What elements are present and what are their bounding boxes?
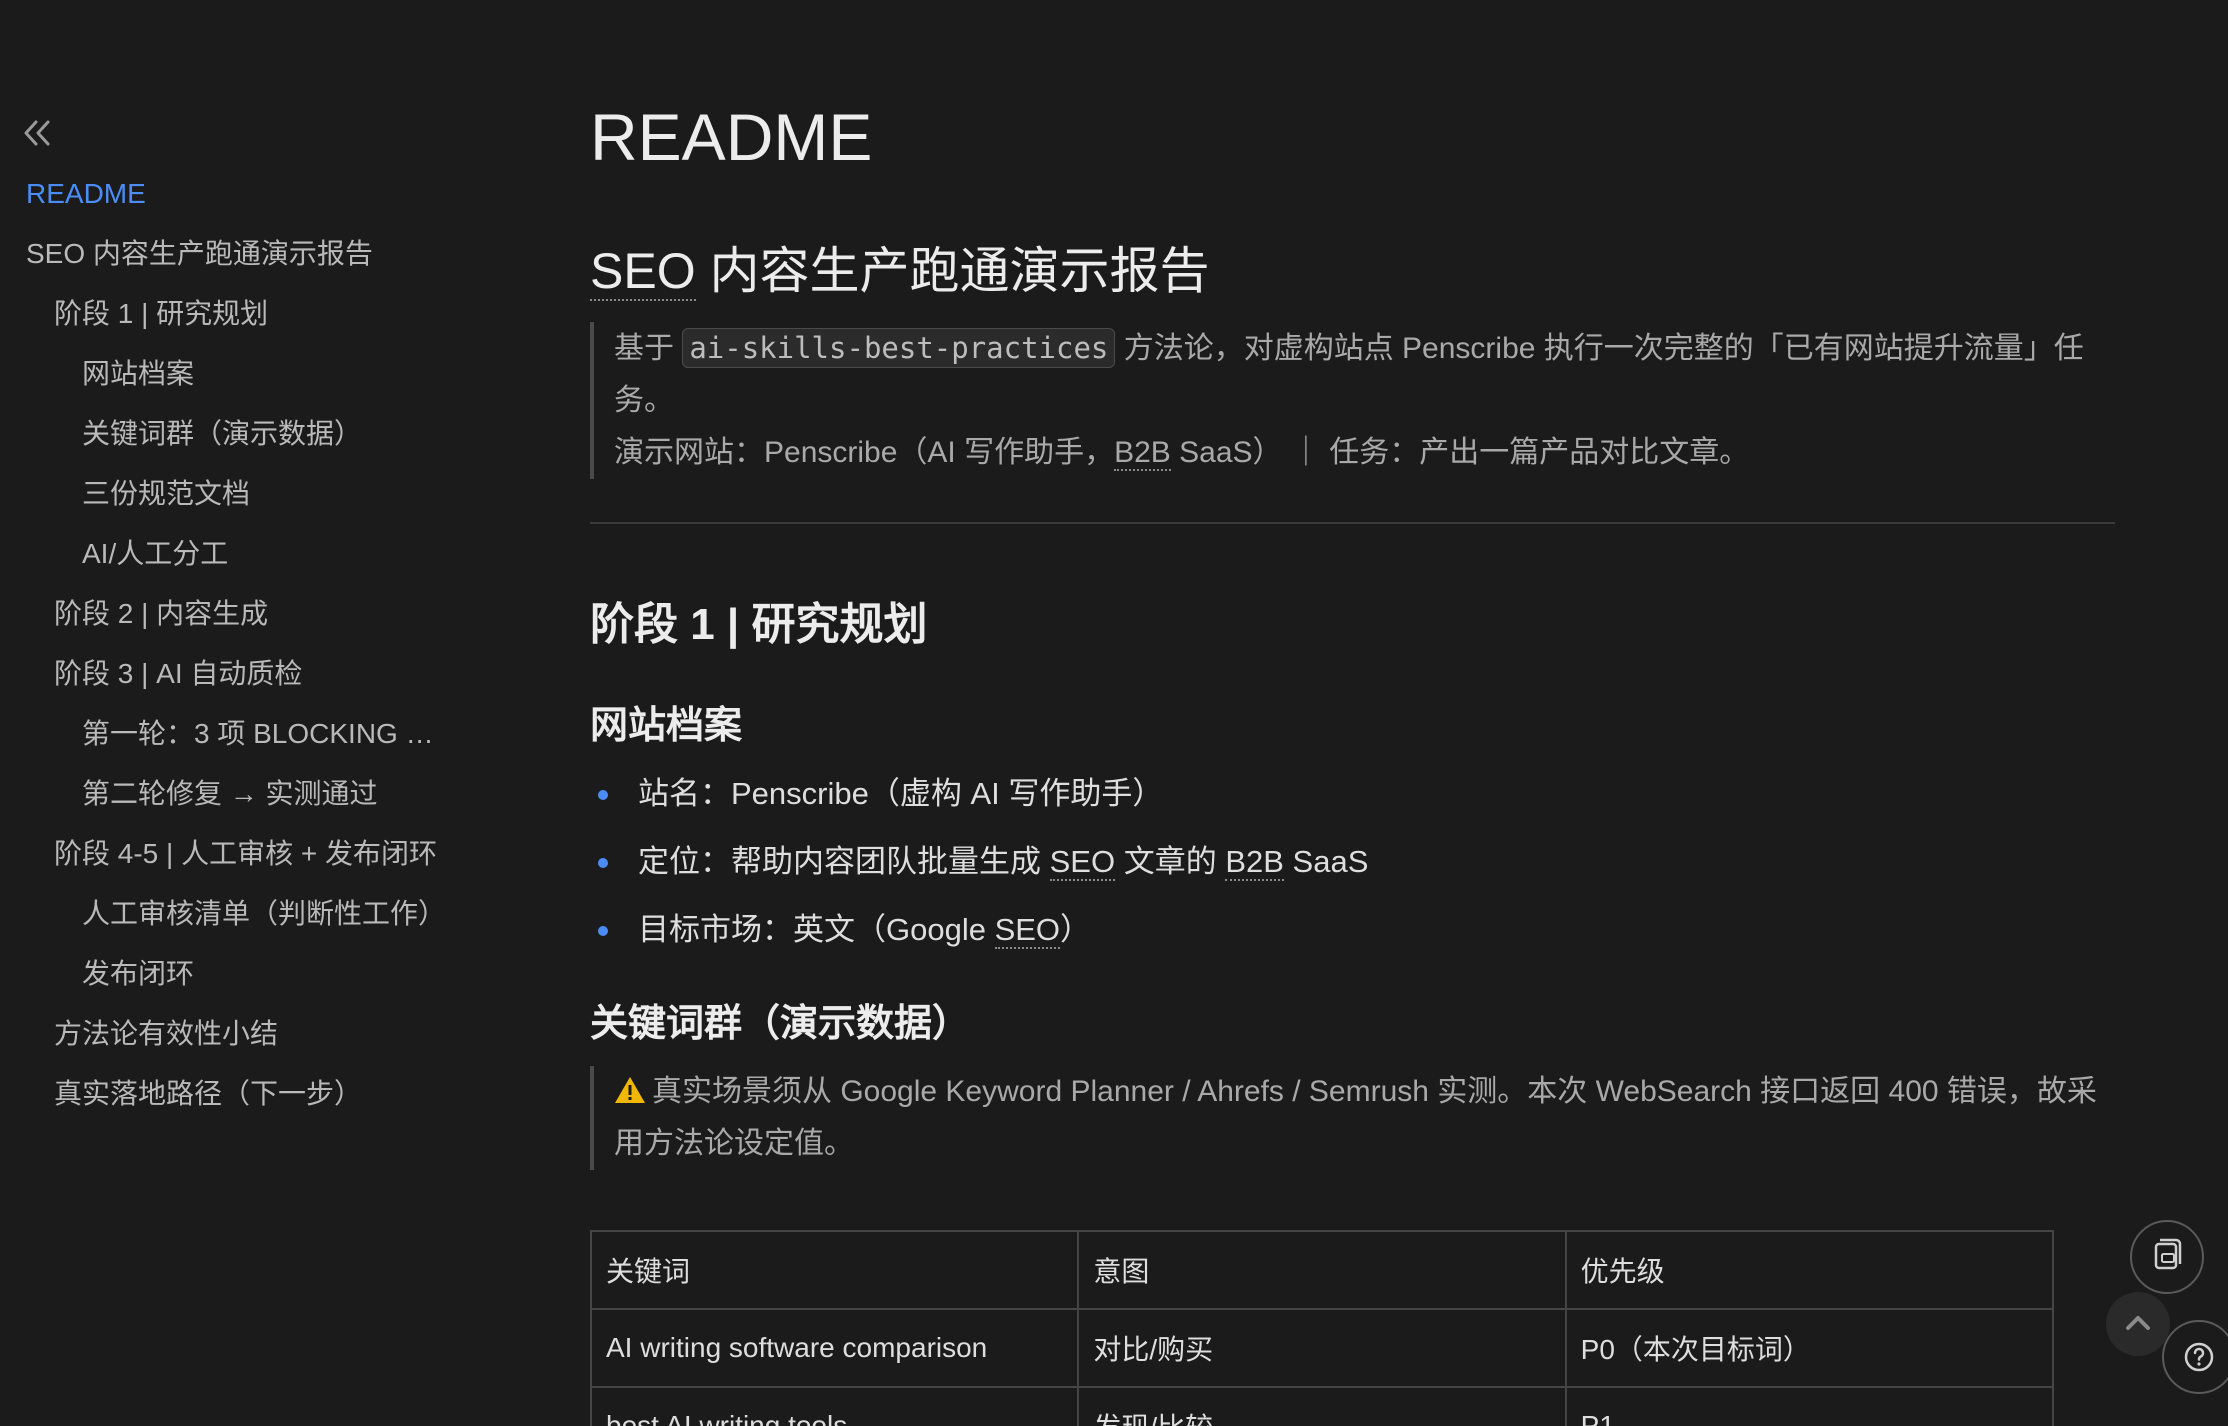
sidebar-item-3[interactable]: 网站档案 [0,350,452,410]
sidebar: README SEO 内容生产跑通演示报告 阶段 1 | 研究规划 网站档案 关键词群（… [0,0,520,1426]
sidebar-item-6[interactable]: AI/人工分工 [0,530,452,590]
sidebar-item-11[interactable]: 阶段 4-5 | 人工审核 + 发布闭环 [0,830,520,890]
list-item-text: SaaS [1283,844,1369,879]
list-item-text: 定位：帮助内容团队批量生成 [638,844,1050,879]
stage1-heading: 阶段 1 | 研究规划 [590,600,928,649]
table-cell: P1 [1564,1386,2055,1426]
abbreviation: SEO [994,912,1061,949]
intro-line2-a: 演示网站：Penscribe（AI 写作助手， [614,436,1115,469]
sidebar-item-15[interactable]: 真实落地路径（下一步） [0,1070,520,1130]
table-cell: AI writing software comparison [589,1308,1080,1388]
inline-code: ai-skills-best-practices [682,328,1116,368]
keywords-table: 关键词 意图 优先级 AI writing software comparison 对… [589,1230,2055,1426]
site-profile-list: 站名：Penscribe（虚构 AI 写作助手） 定位：帮助内容团队批量生成 SE… [590,764,1368,968]
sidebar-item-1[interactable]: SEO 内容生产跑通演示报告 [0,230,520,290]
help-icon[interactable] [2162,1320,2228,1394]
divider [590,522,2115,524]
site-profile-heading: 网站档案 [590,705,743,747]
page: README SEO 内容生产跑通演示报告 阶段 1 | 研究规划 网站档案 关键词群（… [0,0,2228,1426]
abbreviation-seo: SEO [590,243,696,301]
table-cell: 发现/比较 [1077,1386,1567,1426]
keywords-heading: 关键词群（演示数据） [590,1003,971,1045]
intro-prefix: 基于 [614,332,683,365]
list-item-text: 站名：Penscribe（虚构 AI 写作助手） [638,776,1164,811]
list-item: 目标市场：英文（Google SEO） [590,900,1368,968]
sidebar-item-7[interactable]: 阶段 2 | 内容生成 [0,590,520,650]
sidebar-item-0[interactable]: README [0,170,520,230]
table-header-cell: 关键词 [589,1230,1080,1310]
sidebar-item-5[interactable]: 三份规范文档 [0,470,452,530]
document-icon[interactable] [2130,1220,2204,1294]
table-cell: 对比/购买 [1077,1308,1567,1388]
warning-icon [614,1070,646,1103]
document-content: README SEO 内容生产跑通演示报告 基于 ai-skills-best-… [589,0,2115,1426]
table-row: AI writing software comparison 对比/购买 P0（本次… [589,1308,2055,1388]
list-item-text: ） [1060,912,1092,947]
intro-line-2: 演示网站：Penscribe（AI 写作助手，B2B SaaS） ｜ 任务：产出… [614,427,2112,479]
sidebar-item-4[interactable]: 关键词群（演示数据） [0,410,452,470]
table-header-row: 关键词 意图 优先级 [589,1230,2055,1310]
table-body: AI writing software comparison 对比/购买 P0（本次… [589,1308,2055,1426]
sidebar-item-2[interactable]: 阶段 1 | 研究规划 [0,290,520,350]
intro-line-1: 基于 ai-skills-best-practices 方法论，对虚构站点 Pe… [614,322,2112,427]
table-header-cell: 优先级 [1564,1230,2055,1310]
sidebar-item-12[interactable]: 人工审核清单（判断性工作） [0,890,452,950]
page-title: README [590,100,873,174]
list-item-text: 目标市场：英文（Google [638,912,995,947]
warning-text: 真实场景须从 Google Keyword Planner / Ahrefs /… [614,1075,2097,1160]
report-heading: SEO 内容生产跑通演示报告 [590,236,1210,306]
intro-line2-b: SaaS） ｜ 任务：产出一篇产品对比文章。 [1170,436,1750,469]
table-header-cell: 意图 [1077,1230,1567,1310]
report-heading-text: 内容生产跑通演示报告 [695,243,1210,299]
chevron-up-icon[interactable] [2106,1292,2170,1356]
warning-blockquote: 真实场景须从 Google Keyword Planner / Ahrefs /… [590,1066,2112,1170]
double-chevron-left-icon[interactable] [20,116,54,150]
abbreviation: B2B [1225,844,1284,881]
table-cell: best AI writing tools [589,1386,1080,1426]
intro-blockquote: 基于 ai-skills-best-practices 方法论，对虚构站点 Pe… [590,322,2112,479]
list-item-text: 文章的 [1115,844,1226,879]
abbreviation: SEO [1049,844,1116,881]
table-row: best AI writing tools发现/比较P1 [589,1386,2055,1426]
sidebar-item-10[interactable]: 第二轮修复 → 实测通过 [0,770,452,830]
sidebar-item-9[interactable]: 第一轮：3 项 BLOCKING 失败 [0,710,452,770]
sidebar-item-8[interactable]: 阶段 3 | AI 自动质检 [0,650,520,710]
table-of-contents: README SEO 内容生产跑通演示报告 阶段 1 | 研究规划 网站档案 关键词群（… [0,170,520,1130]
list-item: 定位：帮助内容团队批量生成 SEO 文章的 B2B SaaS [590,832,1368,900]
warning-text-line: 真实场景须从 Google Keyword Planner / Ahrefs /… [614,1066,2112,1170]
table-cell: P0（本次目标词） [1564,1308,2055,1388]
abbreviation-b2b: B2B [1114,436,1171,471]
sidebar-item-14[interactable]: 方法论有效性小结 [0,1010,520,1070]
sidebar-item-13[interactable]: 发布闭环 [0,950,452,1010]
list-item: 站名：Penscribe（虚构 AI 写作助手） [590,764,1368,832]
